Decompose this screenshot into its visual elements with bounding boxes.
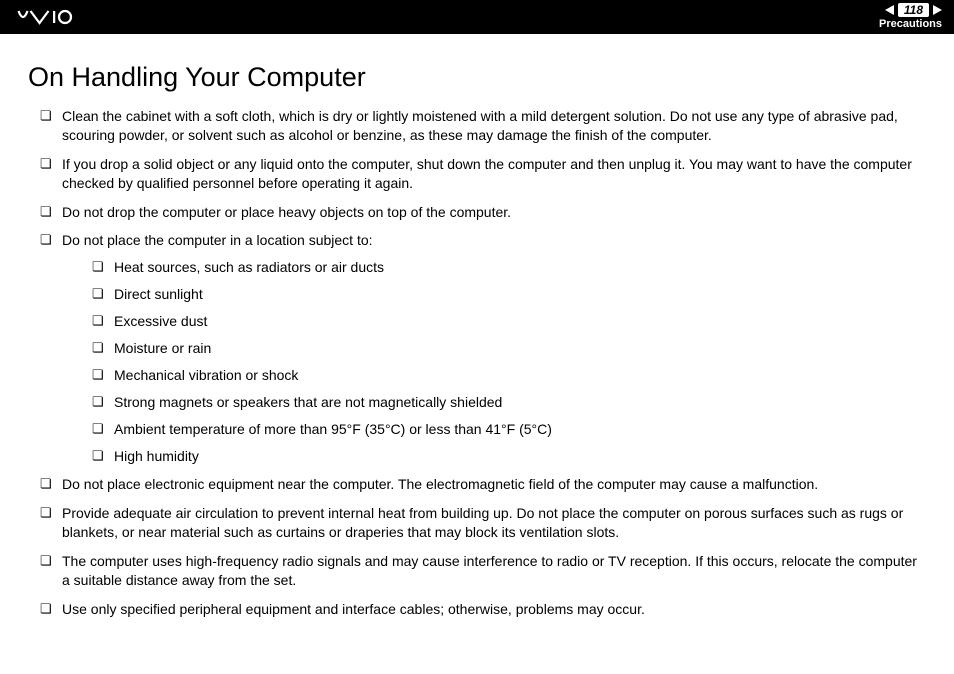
list-item: Ambient temperature of more than 95°F (3…	[92, 420, 926, 439]
section-label: Precautions	[879, 18, 942, 30]
page-title: On Handling Your Computer	[28, 62, 926, 93]
list-item: Do not place the computer in a location …	[40, 231, 926, 465]
list-item: Clean the cabinet with a soft cloth, whi…	[40, 107, 926, 145]
prev-page-icon[interactable]	[885, 5, 894, 15]
list-item: Mechanical vibration or shock	[92, 366, 926, 385]
page-content: On Handling Your Computer Clean the cabi…	[0, 34, 954, 619]
sub-list: Heat sources, such as radiators or air d…	[62, 258, 926, 465]
list-item: Strong magnets or speakers that are not …	[92, 393, 926, 412]
header-right: 118 Precautions	[879, 3, 942, 30]
list-item: Provide adequate air circulation to prev…	[40, 504, 926, 542]
main-list: Clean the cabinet with a soft cloth, whi…	[28, 107, 926, 619]
list-item: High humidity	[92, 447, 926, 466]
list-item: Direct sunlight	[92, 285, 926, 304]
list-item: Excessive dust	[92, 312, 926, 331]
list-item: The computer uses high-frequency radio s…	[40, 552, 926, 590]
list-item: Do not place electronic equipment near t…	[40, 475, 926, 494]
list-item: Moisture or rain	[92, 339, 926, 358]
page-nav: 118	[885, 3, 942, 17]
list-item: Heat sources, such as radiators or air d…	[92, 258, 926, 277]
vaio-logo	[12, 8, 112, 26]
list-item: Use only specified peripheral equipment …	[40, 600, 926, 619]
header-bar: 118 Precautions	[0, 0, 954, 34]
list-item: Do not drop the computer or place heavy …	[40, 203, 926, 222]
list-item-text: Do not place the computer in a location …	[62, 232, 373, 248]
page-number: 118	[898, 3, 929, 17]
list-item: If you drop a solid object or any liquid…	[40, 155, 926, 193]
next-page-icon[interactable]	[933, 5, 942, 15]
